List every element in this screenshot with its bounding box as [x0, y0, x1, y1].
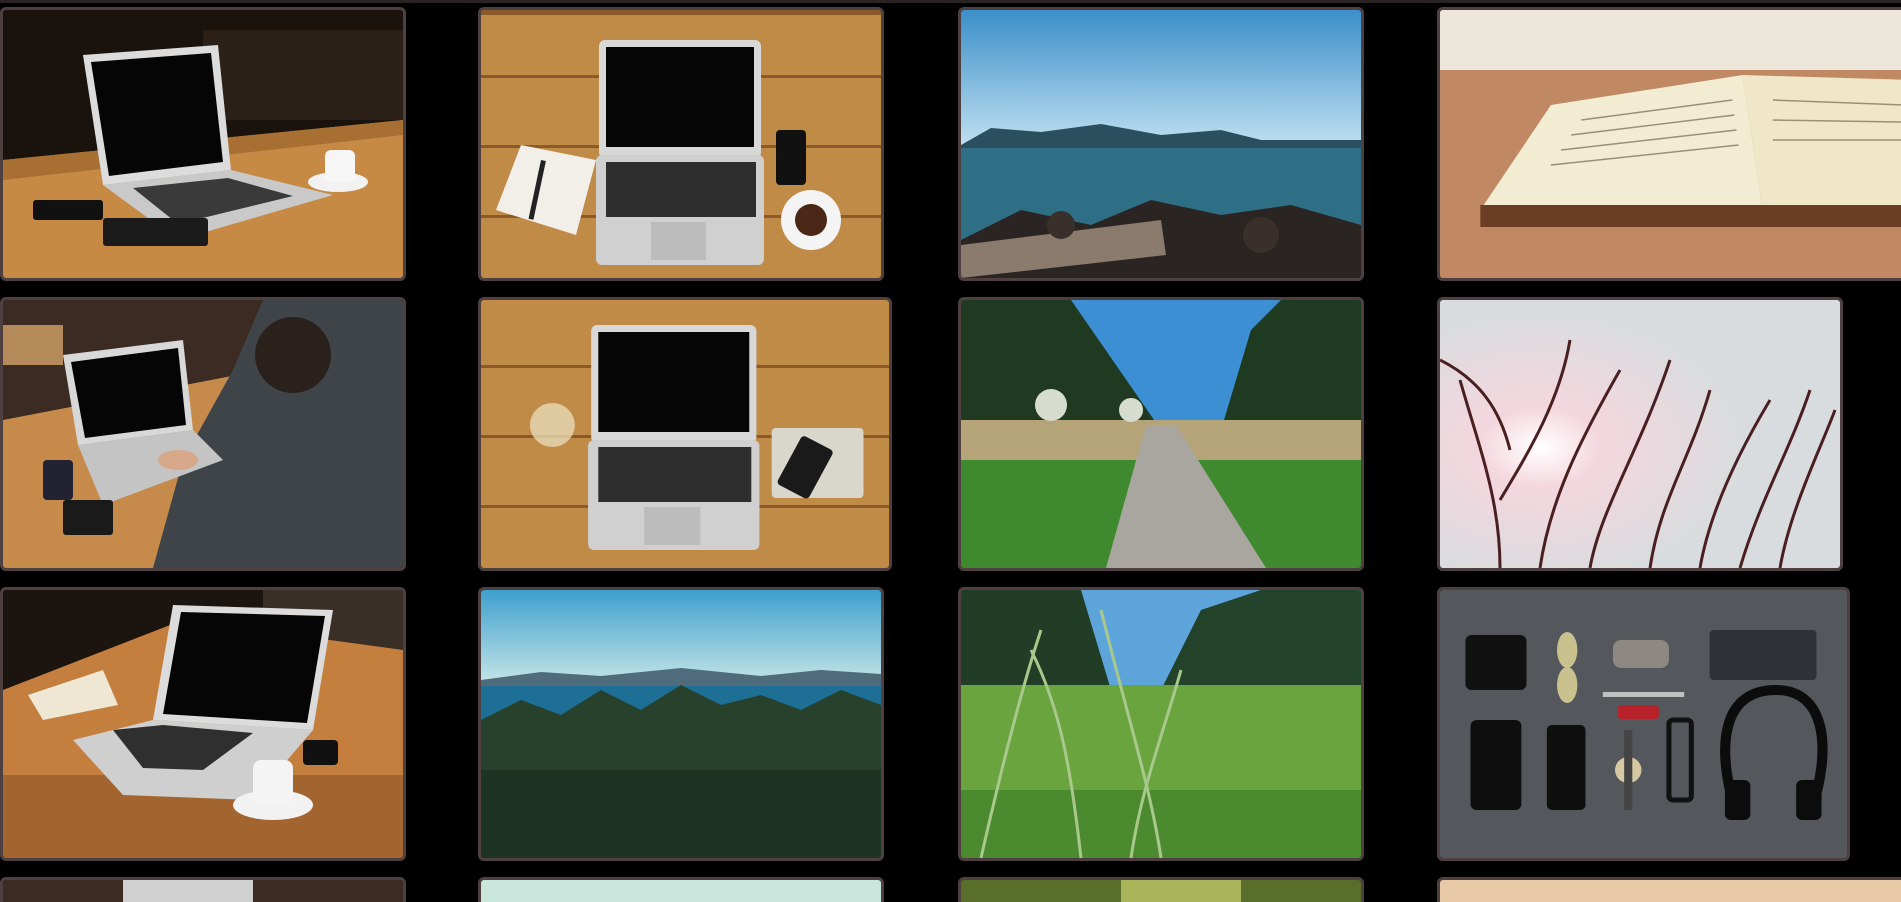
gallery-image-laptop-table[interactable]: [0, 7, 406, 281]
laptop-photo-icon: [481, 10, 881, 278]
landscape-photo-icon: [961, 10, 1361, 278]
laptop-photo-icon: [481, 300, 889, 568]
laptop-photo-icon: [3, 10, 403, 278]
landscape-photo-icon: [481, 590, 881, 858]
gallery-image-forest-sea[interactable]: [478, 587, 884, 861]
partial-photo-icon: [3, 880, 403, 902]
gallery-image-forest-path[interactable]: [958, 297, 1364, 571]
gallery-image-row4-4[interactable]: [1437, 877, 1901, 902]
landscape-photo-icon: [961, 300, 1361, 568]
gallery-image-laptop-coffee[interactable]: [0, 587, 406, 861]
gallery-image-tree-branches[interactable]: [1437, 297, 1843, 571]
laptop-photo-icon: [3, 590, 403, 858]
gallery-image-laptop-glass-phone[interactable]: [478, 297, 892, 571]
gallery-image-laptop-notebook-coffee[interactable]: [478, 7, 884, 281]
top-divider: [0, 0, 1901, 3]
book-photo-icon: [1440, 10, 1901, 278]
gallery-image-row4-1[interactable]: [0, 877, 406, 902]
gallery-image-sea-coast[interactable]: [958, 7, 1364, 281]
gallery-image-row4-3[interactable]: [958, 877, 1364, 902]
gallery-image-man-typing[interactable]: [0, 297, 406, 571]
gallery-image-grass-field[interactable]: [958, 587, 1364, 861]
branches-photo-icon: [1440, 300, 1840, 568]
image-gallery: [0, 0, 1901, 902]
partial-photo-icon: [961, 880, 1361, 902]
gallery-image-flat-lay[interactable]: [1437, 587, 1850, 861]
gallery-image-row4-2[interactable]: [478, 877, 884, 902]
accessories-photo-icon: [1440, 590, 1847, 858]
gallery-image-open-book[interactable]: [1437, 7, 1901, 281]
partial-photo-icon: [481, 880, 881, 902]
person-laptop-photo-icon: [3, 300, 403, 568]
partial-photo-icon: [1440, 880, 1901, 902]
landscape-photo-icon: [961, 590, 1361, 858]
